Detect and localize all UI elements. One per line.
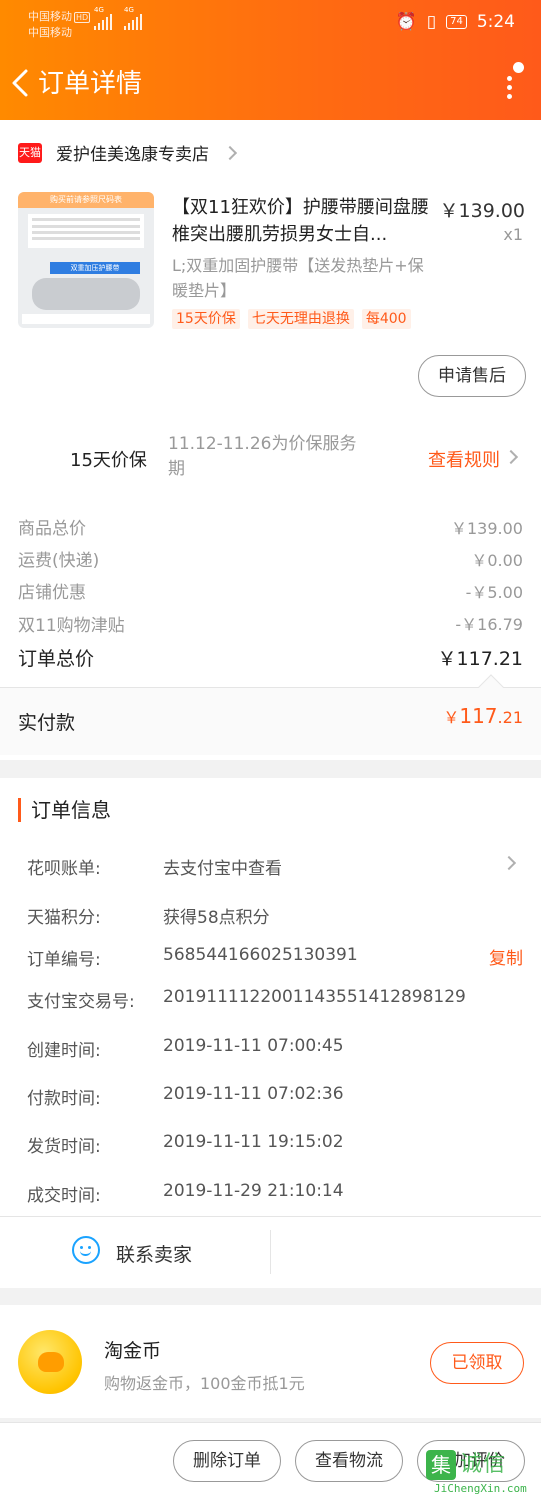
watermark-text: 诚信 bbox=[460, 1452, 507, 1477]
cost-value: ￥139.00 bbox=[451, 519, 523, 538]
thumb-footer bbox=[22, 314, 150, 324]
paid-integer: 117 bbox=[459, 704, 498, 728]
cost-label: 商品总价 bbox=[18, 519, 86, 539]
tmall-badge: 天猫 bbox=[18, 142, 42, 163]
coin-title: 淘金币 bbox=[104, 1340, 162, 1362]
paid-currency: ￥ bbox=[443, 708, 460, 727]
tag-return: 七天无理由退换 bbox=[247, 309, 354, 329]
chat-face-icon[interactable] bbox=[72, 1236, 100, 1264]
status-carriers: 中国移动 HD 中国移动 bbox=[28, 9, 91, 41]
view-rules-link[interactable]: 查看规则 bbox=[428, 446, 500, 472]
chevron-right-icon bbox=[222, 145, 238, 160]
view-logistics-button[interactable]: 查看物流 bbox=[295, 1440, 403, 1482]
price-guarantee-label: 15天价保 bbox=[70, 450, 147, 471]
huabei-link[interactable]: 去支付宝中查看 bbox=[163, 854, 282, 879]
cost-value: -￥5.00 bbox=[465, 583, 523, 602]
info-value: 2019-11-11 19:15:02 bbox=[163, 1132, 344, 1152]
app-header: 中国移动 HD 中国移动 4G 4G ⏰ ▯ 74 5:24 订单详情 bbox=[0, 0, 541, 120]
cost-label: 运费(快递) bbox=[18, 551, 100, 571]
watermark-url: JiChengXin.com bbox=[434, 1482, 527, 1495]
divider bbox=[270, 1230, 271, 1274]
after-sale-button[interactable]: 申请售后 bbox=[418, 355, 526, 397]
price-guarantee-desc: 11.12-11.26为价保服务期 bbox=[168, 434, 357, 479]
info-label: 创建时间: bbox=[27, 1041, 101, 1061]
info-label: 付款时间: bbox=[27, 1089, 101, 1109]
product-thumbnail[interactable]: 购买前请参照尺码表 双重加压护腰带 bbox=[18, 192, 154, 328]
network-type-2: 4G bbox=[124, 6, 134, 14]
status-right: ⏰ ▯ 74 5:24 bbox=[396, 12, 515, 32]
info-label: 花呗账单: bbox=[27, 859, 101, 879]
alipay-trade-number: 2019111122001143551412898129 bbox=[163, 987, 466, 1007]
order-number: 568544166025130391 bbox=[163, 945, 358, 965]
info-value: 2019-11-11 07:02:36 bbox=[163, 1084, 344, 1104]
product-quantity: x1 bbox=[503, 225, 523, 244]
claimed-button[interactable]: 已领取 bbox=[430, 1342, 524, 1384]
product-title[interactable]: 【双11狂欢价】护腰带腰间盘腰椎突出腰肌劳损男女士自... bbox=[172, 194, 430, 248]
cost-label: 双11购物津贴 bbox=[18, 616, 125, 636]
order-info-title: 订单信息 bbox=[18, 798, 111, 822]
contact-seller-button[interactable]: 联系卖家 bbox=[116, 1240, 192, 1267]
belt-graphic bbox=[32, 278, 140, 310]
product-price: ￥139.00 bbox=[439, 200, 525, 222]
shop-row[interactable]: 天猫 爱护佳美逸康专卖店 bbox=[18, 140, 238, 165]
tag-price-protect: 15天价保 bbox=[172, 309, 240, 329]
delete-order-button[interactable]: 删除订单 bbox=[173, 1440, 281, 1482]
cost-value: -￥16.79 bbox=[455, 615, 523, 634]
more-menu-icon[interactable] bbox=[503, 62, 524, 100]
coin-desc: 购物返金币，100金币抵1元 bbox=[104, 1374, 305, 1393]
tag-promo: 每400 bbox=[361, 309, 411, 329]
clock: 5:24 bbox=[476, 12, 515, 32]
order-total-value: ￥117.21 bbox=[437, 648, 523, 670]
info-label: 发货时间: bbox=[27, 1137, 101, 1157]
thumb-caption: 购买前请参照尺码表 bbox=[18, 192, 154, 208]
signal-icon: 4G bbox=[94, 6, 112, 30]
shop-name: 爱护佳美逸康专卖店 bbox=[56, 145, 209, 165]
product-sku: L;双重加固护腰带【送发热垫片+保暖垫片】 bbox=[172, 256, 424, 300]
cost-label: 店铺优惠 bbox=[18, 583, 86, 603]
info-value: 获得58点积分 bbox=[163, 908, 270, 928]
carrier-2: 中国移动 bbox=[28, 26, 72, 39]
info-value: 2019-11-29 21:10:14 bbox=[163, 1181, 344, 1201]
taojinbi-coin-icon bbox=[18, 1330, 82, 1394]
battery-icon: 74 bbox=[446, 15, 467, 29]
network-type-1: 4G bbox=[94, 6, 104, 14]
alarm-icon: ⏰ bbox=[395, 12, 417, 32]
size-table-graphic bbox=[28, 214, 144, 248]
notification-dot bbox=[513, 62, 524, 73]
site-watermark: 集 诚信 JiChengXin.com bbox=[424, 1448, 538, 1498]
thumb-band-label: 双重加压护腰带 bbox=[50, 262, 140, 274]
vibrate-icon: ▯ bbox=[426, 12, 437, 32]
hd-badge: HD bbox=[74, 11, 91, 23]
info-value: 2019-11-11 07:00:45 bbox=[163, 1036, 344, 1056]
page-title: 订单详情 bbox=[38, 69, 143, 99]
product-tags: 15天价保 七天无理由退换 每400 bbox=[172, 309, 411, 329]
paid-amount: ￥117.21 bbox=[443, 704, 523, 728]
back-arrow-icon[interactable] bbox=[8, 68, 34, 98]
carrier-1: 中国移动 bbox=[28, 10, 72, 23]
info-label: 订单编号: bbox=[27, 950, 101, 970]
info-label: 天猫积分: bbox=[27, 908, 101, 928]
title-bar: 订单详情 bbox=[0, 58, 541, 110]
paid-label: 实付款 bbox=[18, 712, 76, 734]
cost-value: ￥0.00 bbox=[471, 551, 523, 570]
info-label: 支付宝交易号: bbox=[27, 992, 135, 1012]
info-label: 成交时间: bbox=[27, 1186, 101, 1206]
watermark-logo-icon: 集 bbox=[426, 1450, 456, 1480]
signal-icon-2: 4G bbox=[124, 6, 142, 30]
copy-button[interactable]: 复制 bbox=[489, 944, 523, 969]
paid-decimal: .21 bbox=[497, 708, 523, 727]
order-total-label: 订单总价 bbox=[18, 648, 95, 670]
